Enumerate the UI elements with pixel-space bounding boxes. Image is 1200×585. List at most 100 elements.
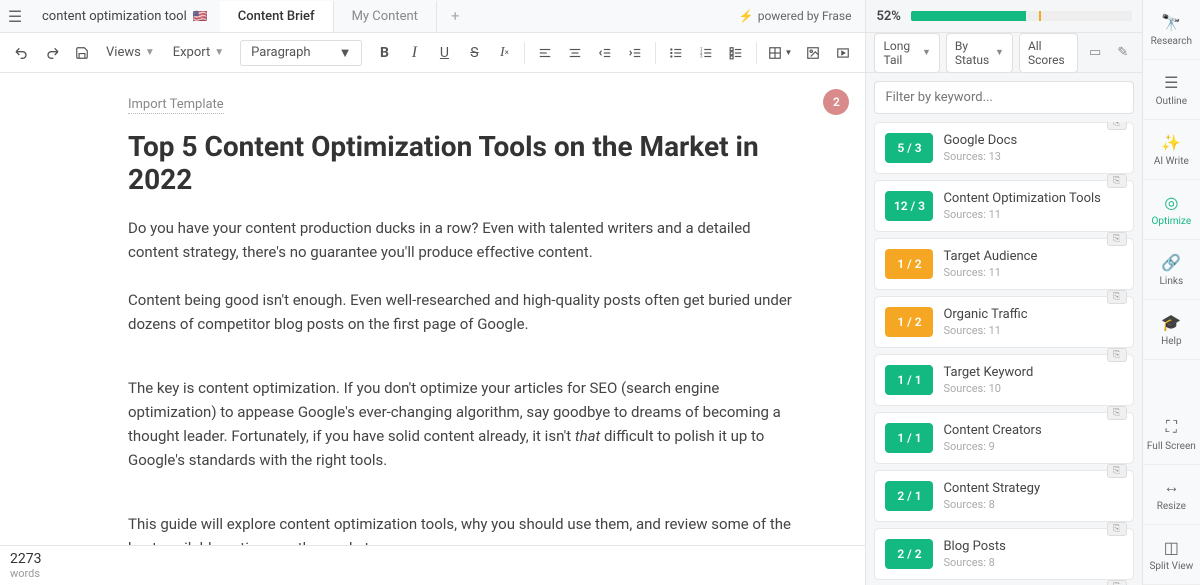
filter-status[interactable]: By Status▼ [946, 33, 1013, 73]
topic-name: Blog Posts [943, 539, 1122, 554]
fullscreen-icon: ⛶ [1166, 417, 1177, 437]
rail-splitview[interactable]: ◫Split View [1143, 525, 1200, 585]
align-center-button[interactable] [561, 39, 589, 67]
outdent-button[interactable] [591, 39, 619, 67]
tab-content-brief[interactable]: Content Brief [220, 1, 334, 32]
align-left-button[interactable] [531, 39, 559, 67]
powered-by: ⚡ powered by Frase [739, 9, 852, 23]
bold-button[interactable]: B [370, 39, 398, 67]
paragraph[interactable]: This guide will explore content optimiza… [128, 512, 795, 545]
clear-format-button[interactable]: I× [490, 39, 518, 67]
chevron-down-icon: ▼ [214, 47, 224, 58]
topic-card[interactable]: ⎘ 5 / 3 Google Docs Sources: 13 [874, 122, 1133, 174]
flag-icon: 🇺🇸 [193, 9, 208, 23]
word-count-label: words [10, 567, 855, 580]
page-title[interactable]: Top 5 Content Optimization Tools on the … [128, 130, 795, 196]
paragraph[interactable]: The key is content optimization. If you … [128, 376, 795, 472]
topic-count-badge: 2 / 1 [885, 481, 933, 511]
topic-card[interactable]: ⎘1 / 2Target AudienceSources: 11 [874, 238, 1133, 290]
video-button[interactable] [829, 39, 857, 67]
topic-name: Content Creators [943, 423, 1122, 438]
copy-icon[interactable]: ⎘ [1107, 174, 1127, 188]
bullet-list-button[interactable] [662, 39, 690, 67]
filter-keyword-input[interactable] [874, 81, 1133, 114]
save-button[interactable] [68, 39, 96, 67]
strikethrough-button[interactable]: S [460, 39, 488, 67]
rail-optimize[interactable]: ◎Optimize [1143, 180, 1200, 240]
copy-icon[interactable]: ⎘ [1107, 406, 1127, 420]
topic-count-badge: 1 / 1 [885, 423, 933, 453]
chevron-down-icon: ▼ [922, 47, 931, 58]
paragraph[interactable]: Do you have your content production duck… [128, 216, 795, 264]
add-tab-button[interactable]: + [437, 0, 474, 33]
copy-icon[interactable]: ⎘ [1107, 290, 1127, 304]
rail-help[interactable]: 🎓Help [1143, 300, 1200, 360]
chevron-down-icon: ▼ [995, 47, 1004, 58]
rail-outline[interactable]: ☰Outline [1143, 60, 1200, 120]
copy-icon[interactable]: ⎘ [1107, 522, 1127, 536]
doc-title-text: content optimization tool [42, 9, 187, 24]
indent-button[interactable] [621, 39, 649, 67]
topic-count-badge: 1 / 1 [885, 365, 933, 395]
tab-my-content[interactable]: My Content [334, 1, 437, 32]
export-dropdown[interactable]: Export▼ [165, 39, 232, 67]
underline-button[interactable]: U [430, 39, 458, 67]
document-title[interactable]: content optimization tool 🇺🇸 [30, 9, 220, 24]
topic-count-badge: 5 / 3 [885, 133, 933, 163]
topic-sources: Sources: 13 [943, 150, 1122, 163]
topic-sources: Sources: 8 [943, 556, 1122, 569]
topic-name: Target Audience [943, 249, 1122, 264]
copy-icon[interactable]: ⎘ [1107, 580, 1127, 585]
undo-button[interactable] [8, 39, 36, 67]
copy-icon[interactable]: ⎘ [1107, 122, 1127, 130]
copy-icon[interactable]: ⎘ [1107, 232, 1127, 246]
topic-sources: Sources: 9 [943, 440, 1122, 453]
table-button[interactable]: ▼ [763, 39, 797, 67]
rail-research[interactable]: 🔭Research [1143, 0, 1200, 60]
comment-badge[interactable]: 2 [823, 89, 849, 115]
topic-card[interactable]: ⎘2 / 2Blog PostsSources: 8 [874, 528, 1133, 580]
topic-sources: Sources: 8 [943, 498, 1122, 511]
resize-icon: ↔ [1163, 477, 1179, 497]
help-icon: 🎓 [1161, 313, 1181, 332]
topic-card[interactable]: ⎘1 / 1Content CreatorsSources: 9 [874, 412, 1133, 464]
link-icon: 🔗 [1161, 253, 1181, 272]
topic-sources: Sources: 10 [943, 382, 1122, 395]
highlight-icon[interactable]: ✎ [1112, 40, 1134, 66]
topic-sources: Sources: 11 [943, 266, 1122, 279]
copy-icon[interactable]: ⎘ [1107, 464, 1127, 478]
rail-links[interactable]: 🔗Links [1143, 240, 1200, 300]
paragraph[interactable]: Content being good isn't enough. Even we… [128, 288, 795, 336]
topic-card[interactable]: ⎘1 / 1Target KeywordSources: 10 [874, 354, 1133, 406]
filter-scores[interactable]: All Scores [1019, 33, 1078, 73]
topic-name: Google Docs [943, 133, 1122, 148]
image-button[interactable] [799, 39, 827, 67]
import-template-link[interactable]: Import Template [128, 97, 224, 114]
italic-button[interactable]: I [400, 39, 428, 67]
topic-name: Organic Traffic [943, 307, 1122, 322]
topic-card[interactable]: ⎘1 / 2Organic TrafficSources: 11 [874, 296, 1133, 348]
topic-sources: Sources: 11 [943, 324, 1122, 337]
rail-fullscreen[interactable]: ⛶Full Screen [1143, 405, 1200, 465]
topic-count-badge: 12 / 3 [885, 191, 933, 221]
redo-button[interactable] [38, 39, 66, 67]
numbered-list-button[interactable]: 123 [692, 39, 720, 67]
rail-aiwrite[interactable]: ✨AI Write [1143, 120, 1200, 180]
topic-card[interactable]: ⎘12 / 3Content Optimization ToolsSources… [874, 180, 1133, 232]
topic-name: Target Keyword [943, 365, 1122, 380]
checklist-button[interactable] [722, 39, 750, 67]
bolt-icon: ⚡ [739, 9, 754, 23]
expand-icon[interactable]: ▭ [1084, 40, 1106, 66]
format-dropdown[interactable]: Paragraph▼ [240, 40, 362, 66]
outline-icon: ☰ [1164, 73, 1178, 92]
copy-icon[interactable]: ⎘ [1107, 348, 1127, 362]
topic-name: Content Strategy [943, 481, 1122, 496]
menu-icon[interactable]: ☰ [0, 7, 30, 26]
views-dropdown[interactable]: Views▼ [98, 39, 163, 67]
rail-resize[interactable]: ↔Resize [1143, 465, 1200, 525]
topic-count-badge: 1 / 2 [885, 249, 933, 279]
filter-longtail[interactable]: Long Tail▼ [874, 33, 939, 73]
score-bar [911, 11, 1132, 21]
topic-card[interactable]: ⎘2 / 1Content StrategySources: 8 [874, 470, 1133, 522]
splitview-icon: ◫ [1164, 538, 1179, 557]
